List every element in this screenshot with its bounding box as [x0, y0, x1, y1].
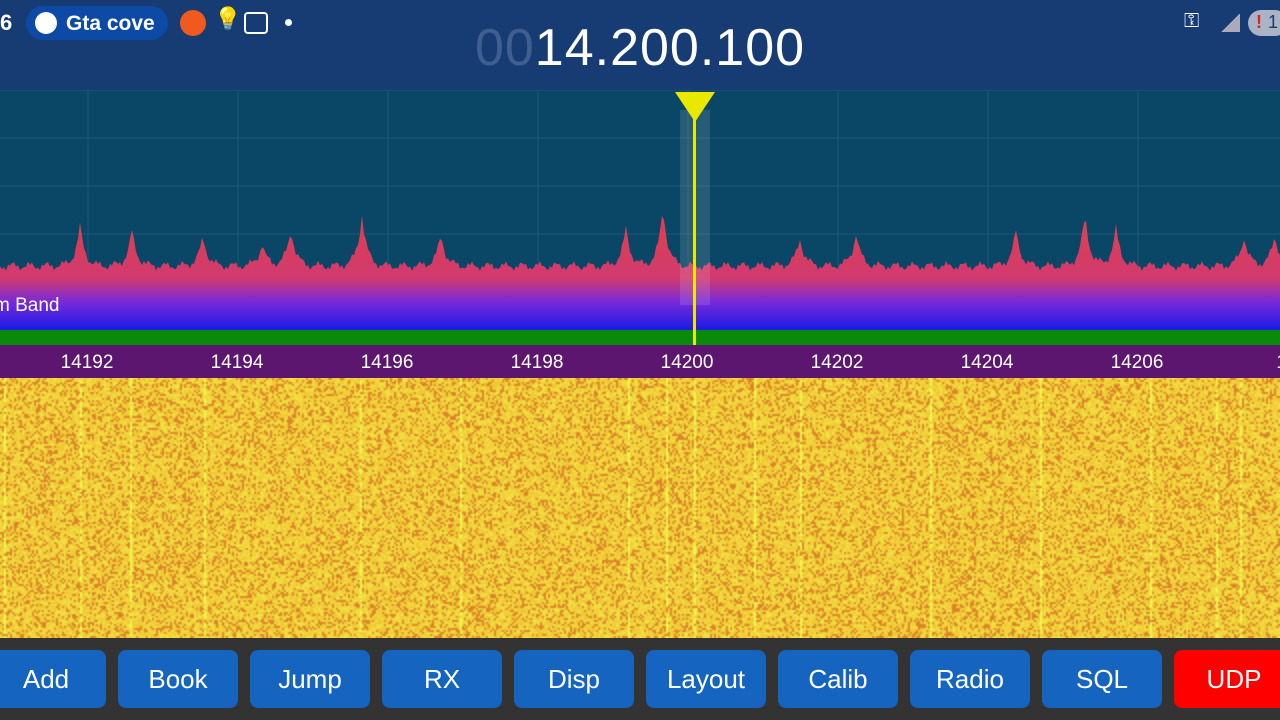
scale-tick: 14 — [1276, 352, 1280, 374]
scale-tick: 14194 — [211, 352, 264, 374]
battery-indicator: ! 1 — [1248, 10, 1280, 36]
scale-tick: 14204 — [961, 352, 1014, 374]
book-button[interactable]: Book — [118, 650, 238, 708]
layout-button[interactable]: Layout — [646, 650, 766, 708]
sql-button[interactable]: SQL — [1042, 650, 1162, 708]
frequency-value: 14.200.100 — [535, 19, 805, 77]
radio-button[interactable]: Radio — [910, 650, 1030, 708]
frequency-leading-zeros: 00 — [475, 19, 535, 77]
rx-button[interactable]: RX — [382, 650, 502, 708]
jump-button[interactable]: Jump — [250, 650, 370, 708]
scale-tick: 14200 — [661, 352, 714, 374]
signal-icon — [1220, 14, 1240, 32]
status-bar: 6 Gta cove 💡 0014.200.100 ⚿ ! 1 — [0, 0, 1280, 90]
disp-button[interactable]: Disp — [514, 650, 634, 708]
scale-tick: 14192 — [61, 352, 114, 374]
calib-button[interactable]: Calib — [778, 650, 898, 708]
frequency-display[interactable]: 0014.200.100 — [0, 18, 1280, 78]
frequency-scale[interactable]: 14192 14194 14196 14198 14200 14202 14204 14206… — [0, 345, 1280, 378]
tuning-line — [693, 110, 696, 330]
spectrum-plot — [0, 90, 1280, 330]
spectrum-trace — [0, 216, 1280, 331]
udp-button[interactable]: UDP — [1174, 650, 1280, 708]
scale-tick: 14206 — [1111, 352, 1164, 374]
alert-icon: ! — [1256, 12, 1262, 33]
band-bar — [0, 330, 1280, 345]
scale-tick: 14196 — [361, 352, 414, 374]
scale-tick: 14198 — [511, 352, 564, 374]
scale-tick: 14202 — [811, 352, 864, 374]
button-bar: Add Book Jump RX Disp Layout Calib Radio SQL UDP — [0, 638, 1280, 720]
spectrum-view[interactable]: m Band — [0, 90, 1280, 330]
band-label: m Band — [0, 295, 59, 317]
vpn-key-icon: ⚿ — [1184, 10, 1199, 33]
waterfall[interactable] — [0, 378, 1280, 638]
add-button[interactable]: Add — [0, 650, 106, 708]
